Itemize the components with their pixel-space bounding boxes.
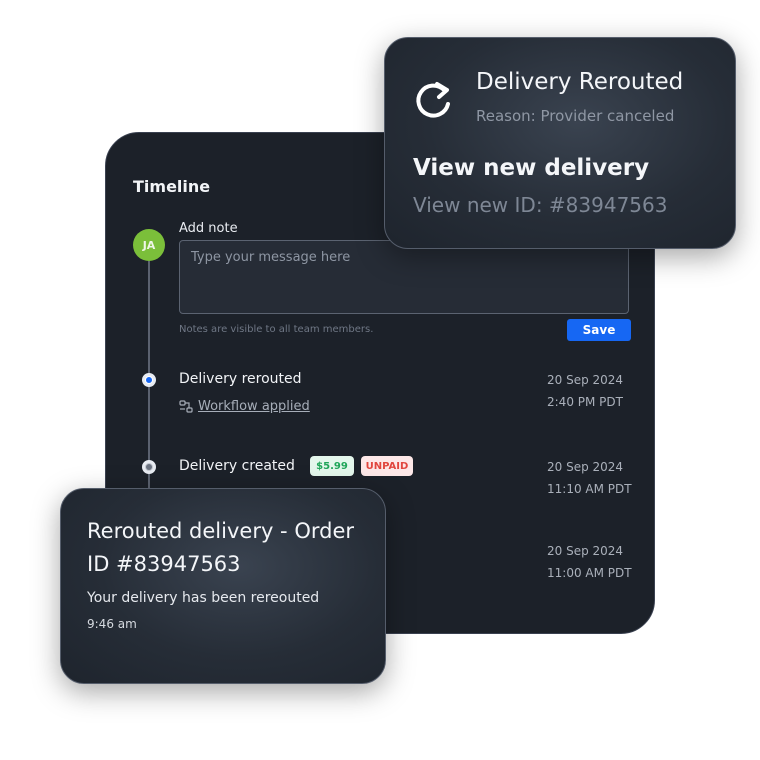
workflow-applied-link[interactable]: Workflow applied [179, 399, 310, 414]
event-time: 2:40 PM PDT [547, 395, 623, 409]
workflow-icon [179, 400, 193, 413]
save-button[interactable]: Save [567, 319, 631, 341]
event-date: 20 Sep 2024 [547, 373, 624, 387]
note-hint: Notes are visible to all team members. [179, 324, 374, 335]
note-input[interactable]: Type your message here [179, 240, 629, 314]
new-delivery-id: View new ID: #83947563 [413, 193, 668, 217]
notification-message: Your delivery has been rereouted [87, 590, 320, 606]
workflow-applied-label: Workflow applied [198, 399, 310, 414]
reroute-notification-card[interactable]: Rerouted delivery - Order ID #83947563 Y… [60, 488, 386, 684]
event-date: 20 Sep 2024 [547, 460, 624, 474]
add-note-label: Add note [179, 221, 238, 236]
event-time: 11:00 AM PDT [547, 566, 632, 580]
timeline-title: Timeline [133, 177, 211, 196]
event-title-created: Delivery created [179, 458, 295, 474]
event-date: 20 Sep 2024 [547, 544, 624, 558]
event-datetime-created: 20 Sep 2024 11:10 AM PDT [547, 456, 632, 500]
event-datetime-third: 20 Sep 2024 11:00 AM PDT [547, 540, 632, 584]
reroute-card-title: Delivery Rerouted [476, 69, 684, 95]
timeline-dot-active [142, 373, 156, 387]
event-datetime-rerouted: 20 Sep 2024 2:40 PM PDT [547, 369, 623, 413]
reroute-reason: Reason: Provider canceled [476, 107, 675, 125]
unpaid-badge: UNPAID [361, 456, 413, 476]
view-new-delivery-link[interactable]: View new delivery [413, 155, 649, 181]
event-title-rerouted: Delivery rerouted [179, 371, 302, 387]
price-badge: $5.99 [310, 456, 354, 476]
event-time: 11:10 AM PDT [547, 482, 632, 496]
avatar: JA [133, 229, 165, 261]
notification-title: Rerouted delivery - Order ID #83947563 [87, 519, 354, 576]
timeline-dot [142, 460, 156, 474]
delivery-rerouted-card[interactable]: Delivery Rerouted Reason: Provider cance… [384, 37, 736, 249]
notification-time: 9:46 am [87, 617, 137, 631]
reroute-arrow-icon [416, 82, 450, 118]
